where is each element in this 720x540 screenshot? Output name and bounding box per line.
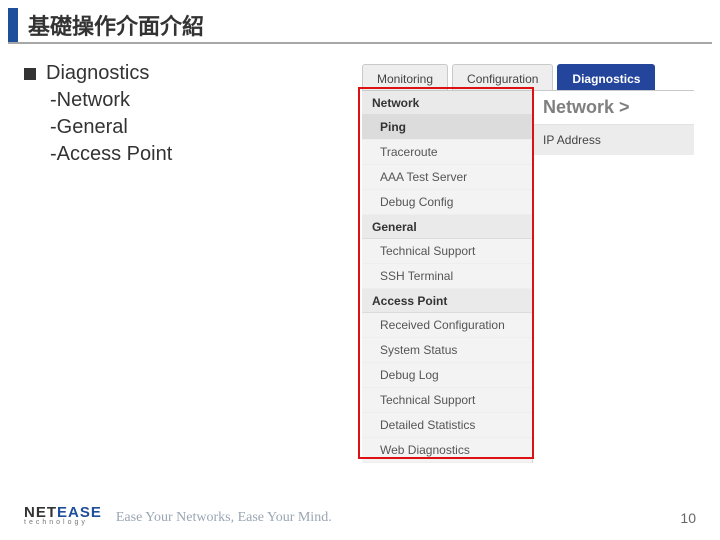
sidebar-item-technical-support-ap[interactable]: Technical Support <box>362 388 532 413</box>
tab-bar: Monitoring Configuration Diagnostics <box>362 64 694 90</box>
slide-title-bar: 基礎操作介面介紹 <box>8 8 712 44</box>
brand-tagline: Ease Your Networks, Ease Your Mind. <box>116 510 332 526</box>
sub-bullet: -General <box>50 114 324 141</box>
square-bullet-icon <box>24 68 36 80</box>
bullet-label: Diagnostics <box>46 60 149 87</box>
page-number: 10 <box>680 510 696 526</box>
sidebar-item-debug-log[interactable]: Debug Log <box>362 363 532 388</box>
sidebar-item-technical-support[interactable]: Technical Support <box>362 239 532 264</box>
sub-bullet: -Network <box>50 87 324 114</box>
tab-configuration[interactable]: Configuration <box>452 64 553 90</box>
sub-bullet: -Access Point <box>50 141 324 168</box>
sidebar: Network Ping Traceroute AAA Test Server … <box>362 91 533 463</box>
sidebar-item-web-diagnostics[interactable]: Web Diagnostics <box>362 438 532 463</box>
sidebar-group-access-point: Access Point <box>362 289 532 313</box>
slide-body-left: Diagnostics -Network -General -Access Po… <box>24 60 324 168</box>
sidebar-item-received-configuration[interactable]: Received Configuration <box>362 313 532 338</box>
field-label-ip-address: IP Address <box>543 133 601 147</box>
sidebar-item-ssh-terminal[interactable]: SSH Terminal <box>362 264 532 289</box>
tab-monitoring[interactable]: Monitoring <box>362 64 448 90</box>
sidebar-group-network: Network <box>362 91 532 115</box>
slide-title: 基礎操作介面介紹 <box>28 9 204 41</box>
tab-diagnostics[interactable]: Diagnostics <box>557 64 655 90</box>
brand-logo: NETEASE technology <box>24 504 102 526</box>
app-body: Network Ping Traceroute AAA Test Server … <box>362 90 694 463</box>
sidebar-item-detailed-statistics[interactable]: Detailed Statistics <box>362 413 532 438</box>
content-field-row: IP Address <box>533 125 694 155</box>
bullet-diagnostics: Diagnostics <box>24 60 324 87</box>
app-window: Monitoring Configuration Diagnostics Net… <box>362 64 694 463</box>
title-accent <box>8 8 18 42</box>
breadcrumb: Network > <box>533 91 694 125</box>
sidebar-item-traceroute[interactable]: Traceroute <box>362 140 532 165</box>
slide-footer: NETEASE technology Ease Your Networks, E… <box>24 504 696 526</box>
brand-block: NETEASE technology Ease Your Networks, E… <box>24 504 332 526</box>
sidebar-item-ping[interactable]: Ping <box>362 115 532 140</box>
content-pane: Network > IP Address <box>533 91 694 463</box>
sidebar-item-debug-config[interactable]: Debug Config <box>362 190 532 215</box>
sidebar-item-system-status[interactable]: System Status <box>362 338 532 363</box>
sidebar-group-general: General <box>362 215 532 239</box>
sidebar-item-aaa-test-server[interactable]: AAA Test Server <box>362 165 532 190</box>
